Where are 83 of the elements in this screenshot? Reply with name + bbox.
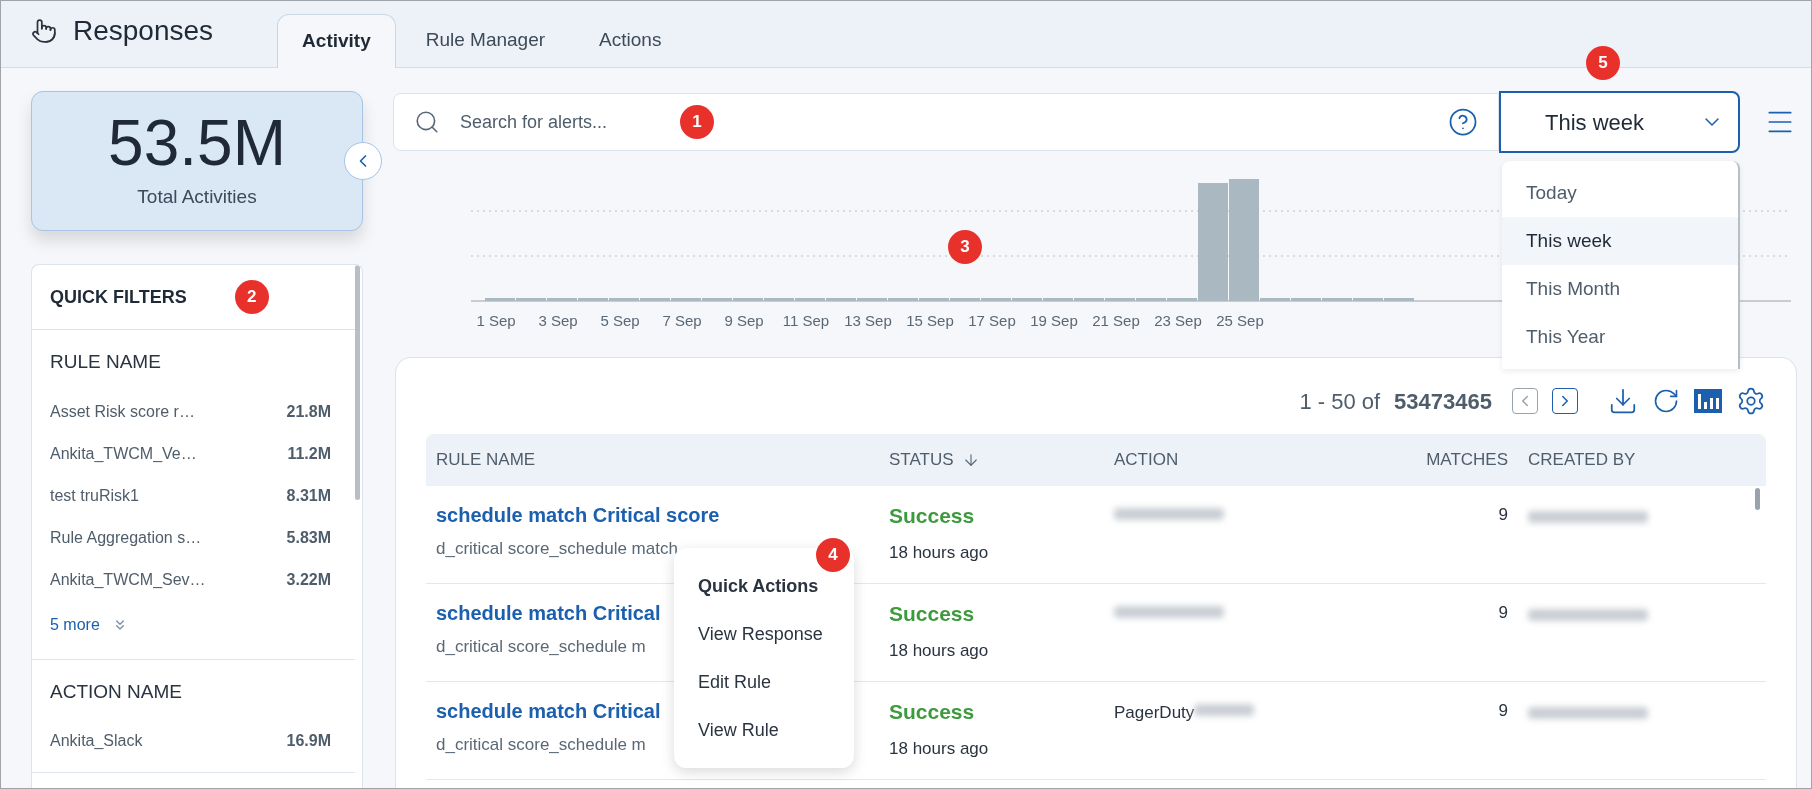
matches-count: 9 <box>1498 504 1508 526</box>
filter-item-name[interactable]: Asset Risk score r… <box>50 399 195 424</box>
rule-name-link[interactable]: schedule match Critical <box>436 696 661 726</box>
download-icon[interactable] <box>1608 386 1638 416</box>
tab[interactable]: Activity <box>277 14 396 68</box>
show-more-link[interactable]: 5 more <box>50 600 128 649</box>
status-time: 18 hours ago <box>889 541 990 564</box>
filter-item-count: 11.2M <box>287 443 331 464</box>
status-text: Success <box>889 699 976 725</box>
axis-label: 11 Sep <box>782 311 830 331</box>
pagination-range: 1 - 50 of <box>1299 387 1381 416</box>
period-option[interactable]: This Year <box>1502 313 1738 361</box>
callout-marker: 3 <box>948 230 982 264</box>
filter-item-count: 21.8M <box>286 401 331 422</box>
search-input[interactable]: Search for alerts... <box>460 108 660 136</box>
help-icon[interactable] <box>1448 107 1478 137</box>
filter-group-title: ACTION NAME <box>50 679 183 704</box>
tab[interactable]: Rule Manager <box>401 13 570 67</box>
column-header[interactable]: RULE NAME <box>436 447 536 473</box>
filter-item-count: 3.22M <box>286 569 331 590</box>
rule-subtitle: d_critical score_schedule m <box>436 636 646 658</box>
callout-marker: 5 <box>1586 46 1620 80</box>
axis-label: 13 Sep <box>844 311 892 331</box>
next-page-button[interactable] <box>1552 388 1578 414</box>
quick-filters-title: QUICK FILTERS <box>50 285 187 309</box>
axis-label: 21 Sep <box>1092 311 1140 331</box>
tab[interactable]: Actions <box>575 13 686 67</box>
quick-action-item[interactable]: View Rule <box>698 716 779 744</box>
period-option[interactable]: This Month <box>1502 265 1738 313</box>
chart-toggle-icon[interactable] <box>1694 389 1722 413</box>
axis-label: 15 Sep <box>906 311 954 331</box>
quick-action-item[interactable]: View Response <box>698 620 823 648</box>
axis-label: 5 Sep <box>600 311 640 331</box>
axis-label: 23 Sep <box>1154 311 1202 331</box>
axis-label: 9 Sep <box>724 311 764 331</box>
axis-label: 7 Sep <box>662 311 702 331</box>
settings-icon[interactable] <box>1736 386 1766 416</box>
filter-item-name[interactable]: Ankita_TWCM_Sev… <box>50 567 206 592</box>
search-icon <box>414 109 440 135</box>
column-header[interactable]: ACTION <box>1114 447 1179 473</box>
rule-name-link[interactable]: schedule match Critical score <box>436 500 720 530</box>
filter-item-name[interactable]: Ankita_TWCM_Ve… <box>50 441 197 466</box>
filter-item-count: 8.31M <box>286 485 331 506</box>
filter-item-count: 5.83M <box>286 527 331 548</box>
axis-label: 19 Sep <box>1030 311 1078 331</box>
callout-marker: 2 <box>234 280 269 314</box>
axis-label: 1 Sep <box>476 311 516 331</box>
status-text: Success <box>889 601 976 627</box>
pagination-total: 53473465 <box>1394 387 1492 416</box>
action-name: PagerDuty <box>1114 702 1195 724</box>
filter-group-title: RULE NAME <box>50 350 162 374</box>
total-value: 53.5M <box>108 110 286 175</box>
column-header[interactable]: STATUS <box>889 447 954 473</box>
filter-item-count: 16.9M <box>286 731 331 751</box>
status-time: 18 hours ago <box>889 639 990 662</box>
column-header[interactable]: CREATED BY <box>1528 447 1636 473</box>
quick-action-item[interactable]: Edit Rule <box>698 668 772 696</box>
axis-label: 17 Sep <box>968 311 1016 331</box>
callout-marker: 1 <box>680 105 714 139</box>
rule-name-link[interactable]: schedule match Critical <box>436 598 661 628</box>
matches-count: 9 <box>1498 602 1508 624</box>
column-header[interactable]: MATCHES <box>1426 447 1508 473</box>
rule-subtitle: d_critical score_schedule match <box>436 538 678 560</box>
filter-item-name[interactable]: Rule Aggregation s… <box>50 525 202 550</box>
total-label: Total Activities <box>137 184 257 209</box>
matches-count: 9 <box>1498 700 1508 722</box>
filter-item-name[interactable]: test truRisk1 <box>50 483 139 508</box>
callout-marker: 4 <box>816 538 850 572</box>
period-dropdown[interactable]: This week <box>1499 91 1740 153</box>
status-text: Success <box>889 503 976 529</box>
filter-item-name[interactable]: Ankita_Slack <box>50 729 143 753</box>
refresh-icon[interactable] <box>1652 387 1680 415</box>
period-option[interactable]: Today <box>1502 169 1738 217</box>
quick-actions-title: Quick Actions <box>698 574 819 598</box>
rule-subtitle: d_critical score_schedule m <box>436 734 646 756</box>
period-option[interactable]: This week <box>1502 217 1738 265</box>
axis-label: 25 Sep <box>1216 311 1264 331</box>
hand-pointer-icon <box>31 18 57 44</box>
previous-page-button[interactable] <box>1512 388 1538 414</box>
status-time: 18 hours ago <box>889 737 990 760</box>
axis-label: 3 Sep <box>538 311 578 331</box>
scrollbar <box>1755 488 1760 510</box>
page-title: Responses <box>73 14 214 48</box>
